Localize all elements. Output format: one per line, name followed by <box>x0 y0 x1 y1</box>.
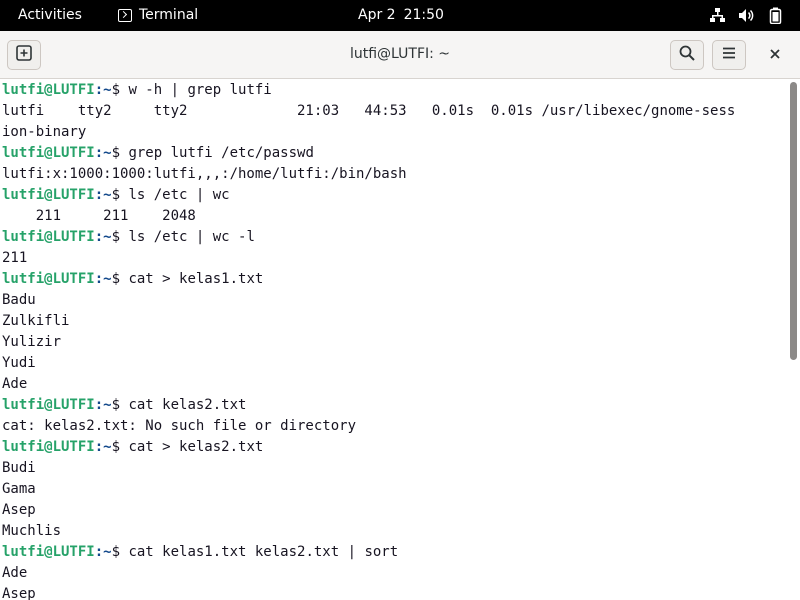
gnome-top-bar: Activities Terminal Apr 2 21:50 <box>0 0 800 31</box>
hamburger-menu-icon <box>721 45 737 65</box>
command-line: lutfi@LUTFI:~$ ls /etc | wc -l <box>0 227 786 248</box>
clock[interactable]: Apr 2 21:50 <box>358 7 444 23</box>
command-line: lutfi@LUTFI:~$ cat > kelas2.txt <box>0 437 786 458</box>
output-line: Budi <box>2 460 36 476</box>
output-line: Asep <box>2 586 36 600</box>
command-text: ls /etc | wc -l <box>128 229 255 245</box>
output-line: Ade <box>2 376 28 392</box>
output-line: 211 211 2048 <box>2 208 196 224</box>
prompt-user: lutfi@LUTFI <box>2 229 95 245</box>
activities-button[interactable]: Activities <box>18 7 82 23</box>
output-line: ion-binary <box>2 124 87 140</box>
output-line: Gama <box>2 481 36 497</box>
clock-date: Apr 2 <box>358 7 396 23</box>
command-text: cat > kelas2.txt <box>128 439 264 455</box>
prompt-path: :~ <box>94 229 112 245</box>
command-text: grep lutfi /etc/passwd <box>128 145 314 161</box>
prompt-symbol: $ <box>111 229 129 245</box>
close-window-button[interactable] <box>766 45 784 63</box>
prompt-symbol: $ <box>111 271 129 287</box>
terminal-app-icon <box>118 8 132 22</box>
app-menu-label: Terminal <box>139 7 199 23</box>
prompt-path: :~ <box>94 397 112 413</box>
prompt-symbol: $ <box>111 397 129 413</box>
output-line: Zulkifli <box>2 313 70 329</box>
prompt-user: lutfi@LUTFI <box>2 145 95 161</box>
battery-icon[interactable] <box>767 7 784 25</box>
prompt-user: lutfi@LUTFI <box>2 397 95 413</box>
network-icon[interactable] <box>709 7 726 24</box>
command-line: lutfi@LUTFI:~$ cat > kelas1.txt <box>0 269 786 290</box>
command-text: w -h | grep lutfi <box>128 82 272 98</box>
main-menu-button[interactable] <box>712 40 746 70</box>
output-line: Muchlis <box>2 523 62 539</box>
prompt-path: :~ <box>94 187 112 203</box>
prompt-symbol: $ <box>111 145 129 161</box>
prompt-path: :~ <box>94 439 112 455</box>
search-button[interactable] <box>670 40 704 70</box>
command-text: cat kelas2.txt <box>128 397 247 413</box>
app-menu[interactable]: Terminal <box>118 7 198 23</box>
prompt-user: lutfi@LUTFI <box>2 82 95 98</box>
system-status-area[interactable] <box>709 7 784 25</box>
command-line: lutfi@LUTFI:~$ w -h | grep lutfi <box>0 80 786 101</box>
prompt-path: :~ <box>94 544 112 560</box>
command-text: ls /etc | wc <box>128 187 230 203</box>
command-text: cat kelas1.txt kelas2.txt | sort <box>128 544 399 560</box>
prompt-path: :~ <box>94 82 112 98</box>
prompt-path: :~ <box>94 145 112 161</box>
close-icon <box>769 45 781 64</box>
output-line: Yudi <box>2 355 36 371</box>
output-line: cat: kelas2.txt: No such file or directo… <box>2 418 357 434</box>
output-line: Asep <box>2 502 36 518</box>
clock-time: 21:50 <box>403 7 444 23</box>
prompt-symbol: $ <box>111 544 129 560</box>
terminal-header-bar: lutfi@LUTFI: ~ <box>0 31 800 79</box>
output-line: 211 <box>2 250 28 266</box>
command-line: lutfi@LUTFI:~$ cat kelas1.txt kelas2.txt… <box>0 542 786 563</box>
command-line: lutfi@LUTFI:~$ grep lutfi /etc/passwd <box>0 143 786 164</box>
volume-icon[interactable] <box>738 7 755 24</box>
vertical-scrollbar[interactable] <box>786 80 800 600</box>
search-icon <box>679 45 695 65</box>
output-line: Yulizir <box>2 334 62 350</box>
output-line: Badu <box>2 292 36 308</box>
output-line: Ade <box>2 565 28 581</box>
command-line: lutfi@LUTFI:~$ ls /etc | wc <box>0 185 786 206</box>
command-text: cat > kelas1.txt <box>128 271 264 287</box>
prompt-symbol: $ <box>111 187 129 203</box>
command-line: lutfi@LUTFI:~$ cat kelas2.txt <box>0 395 786 416</box>
prompt-user: lutfi@LUTFI <box>2 187 95 203</box>
scrollbar-thumb[interactable] <box>790 82 797 360</box>
prompt-symbol: $ <box>111 439 129 455</box>
prompt-user: lutfi@LUTFI <box>2 544 95 560</box>
prompt-symbol: $ <box>111 82 129 98</box>
output-line: lutfi tty2 tty2 21:03 44:53 0.01s 0.01s … <box>2 103 736 119</box>
prompt-user: lutfi@LUTFI <box>2 271 95 287</box>
output-line: lutfi:x:1000:1000:lutfi,,,:/home/lutfi:/… <box>2 166 407 182</box>
terminal-output[interactable]: lutfi@LUTFI:~$ w -h | grep lutfi lutfi tt… <box>0 80 786 600</box>
prompt-user: lutfi@LUTFI <box>2 439 95 455</box>
prompt-path: :~ <box>94 271 112 287</box>
